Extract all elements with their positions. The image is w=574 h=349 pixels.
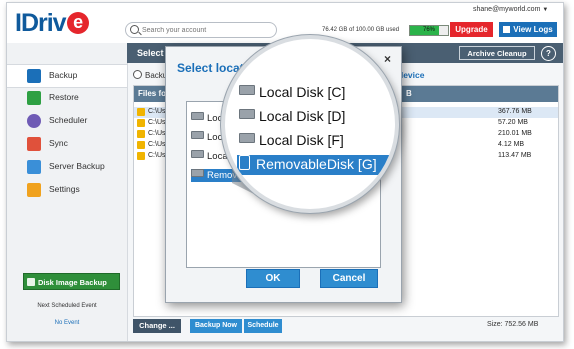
quota-text: 76.42 GB of 100.00 GB used (322, 27, 400, 33)
sidebar-item-scheduler[interactable]: Scheduler (7, 110, 127, 132)
sidebar-item-label: Restore (49, 92, 79, 102)
backup-now-button[interactable]: Backup Now (190, 319, 242, 333)
disk-image-backup-button[interactable]: Disk Image Backup (23, 273, 120, 290)
magnified-item-label: RemovableDisk [G] (256, 156, 377, 172)
help-icon[interactable]: ? (541, 46, 556, 61)
files-header-right: B (406, 89, 412, 98)
server-icon (27, 160, 41, 174)
row-size: 57.20 MB (498, 119, 528, 126)
logo-text: IDriv (15, 9, 67, 37)
schedule-button[interactable]: Schedule (244, 319, 282, 333)
close-icon[interactable]: × (384, 52, 391, 66)
usb-drive-icon (191, 169, 204, 177)
restore-arrow-down-icon (27, 91, 41, 105)
total-size: Size: 752.56 MB (487, 321, 539, 328)
view-logs-label: View Logs (513, 25, 553, 34)
folder-icon (137, 152, 145, 160)
chevron-down-icon: ▼ (542, 7, 549, 13)
sidebar-item-label: Settings (49, 184, 80, 194)
scheduler-clock-icon (27, 114, 41, 128)
sidebar: Backup Restore Scheduler Sync Server Bac… (7, 43, 128, 341)
folder-icon (137, 141, 145, 149)
idrive-logo: IDriv e (15, 9, 89, 38)
gear-icon (27, 183, 41, 197)
magnified-location-item-selected: RemovableDisk [G] (237, 155, 389, 175)
sidebar-item-restore[interactable]: Restore (7, 87, 127, 109)
location-item[interactable]: Local (191, 150, 230, 163)
search-icon (130, 25, 139, 34)
files-header-left: Files fo (138, 89, 167, 98)
magnified-item-label: Local Disk [C] (259, 84, 346, 100)
sidebar-item-sync[interactable]: Sync (7, 133, 127, 155)
sidebar-item-label: Scheduler (49, 115, 88, 125)
upgrade-button[interactable]: Upgrade (450, 22, 493, 37)
disk-drive-icon (239, 133, 255, 143)
archive-cleanup-button[interactable]: Archive Cleanup (459, 46, 535, 60)
backup-radio-option[interactable]: Backu (133, 70, 167, 80)
view-logs-button[interactable]: View Logs (499, 22, 557, 37)
logo-e-badge: e (66, 12, 89, 34)
radio-button[interactable] (133, 70, 142, 79)
magnified-item-label: Local Disk [F] (259, 132, 344, 148)
radio-label: Backu (145, 71, 168, 80)
user-email: shane@myworld.com (473, 6, 541, 13)
cancel-button[interactable]: Cancel (320, 269, 378, 288)
ok-button[interactable]: OK (246, 269, 300, 288)
next-scheduled-value: No Event (54, 320, 80, 326)
disk-drive-icon (191, 131, 204, 139)
user-email-menu[interactable]: shane@myworld.com ▼ (473, 6, 548, 13)
sidebar-item-settings[interactable]: Settings (7, 179, 127, 201)
disk-image-label: Disk Image Backup (38, 278, 107, 287)
disk-drive-icon (239, 109, 255, 119)
folder-icon (137, 119, 145, 127)
search-box[interactable] (125, 22, 277, 38)
sidebar-item-server-backup[interactable]: Server Backup (7, 156, 127, 178)
sync-icon (27, 137, 41, 151)
main-title: Select (137, 48, 164, 58)
folder-icon (137, 108, 145, 116)
magnified-location-item: Local Disk [C] (239, 84, 345, 104)
change-button[interactable]: Change ... (133, 319, 181, 333)
search-input[interactable] (142, 23, 270, 37)
sidebar-item-label: Sync (49, 138, 68, 148)
magnified-item-label: Local Disk [D] (259, 108, 346, 124)
sidebar-item-backup[interactable]: Backup (7, 64, 127, 88)
magnifier-lens: Local Disk [C] Local Disk [D] Local Disk… (221, 35, 399, 213)
disk-drive-icon (191, 112, 204, 120)
quota-progress-bar: 76% (409, 25, 449, 36)
backup-arrow-up-icon (27, 69, 41, 83)
next-scheduled-title: Next Scheduled Event (37, 303, 97, 309)
usb-drive-icon (239, 155, 250, 170)
disk-drive-icon (191, 150, 204, 158)
bottom-bar: Change ... Backup Now Schedule Size: 752… (127, 319, 563, 341)
top-bar: IDrive shane@myworld.com ▼ 76.42 GB of 1… (7, 3, 563, 43)
disk-drive-icon (239, 85, 255, 95)
row-size: 367.76 MB (498, 108, 532, 115)
quota-percent-label: 76% (422, 27, 435, 33)
row-size: 4.12 MB (498, 141, 525, 148)
row-size: 113.47 MB (498, 152, 532, 159)
magnified-location-item: Local Disk [D] (239, 108, 345, 128)
sidebar-item-label: Backup (49, 70, 78, 80)
folder-icon (137, 130, 145, 138)
sidebar-item-label: Server Backup (49, 161, 105, 171)
disk-image-icon (27, 278, 35, 286)
row-size: 210.01 MB (498, 130, 532, 137)
magnified-location-item: Local Disk [F] (239, 132, 344, 152)
logs-icon (503, 26, 511, 33)
